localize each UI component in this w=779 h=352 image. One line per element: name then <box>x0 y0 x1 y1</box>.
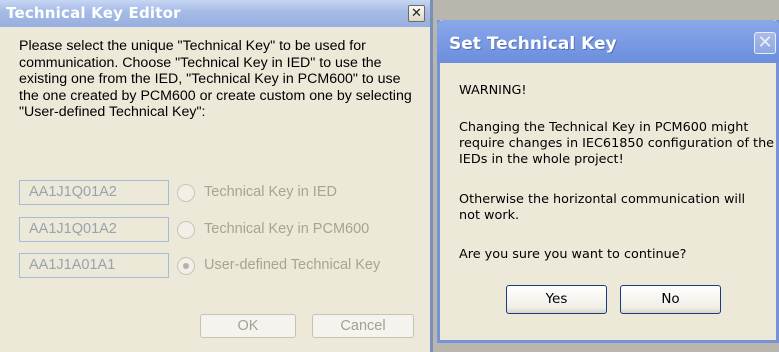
confirm-question: Are you sure you want to continue? <box>459 247 687 262</box>
radio-label-technical-key-in-pcm600: Technical Key in PCM600 <box>204 221 370 237</box>
user-defined-key-field[interactable]: AA1J1A01A1 <box>19 253 169 278</box>
ied-key-field[interactable]: AA1J1Q01A2 <box>19 180 169 205</box>
cancel-button[interactable]: Cancel <box>312 314 414 338</box>
warning-consequence: Otherwise the horizontal communication w… <box>459 192 746 223</box>
confirm-titlebar[interactable]: Set Technical Key ✕ <box>437 20 779 63</box>
editor-description: Please select the unique "Technical Key"… <box>19 38 412 120</box>
radio-selected-dot <box>183 263 189 269</box>
confirm-title: Set Technical Key <box>449 34 617 54</box>
confirm-close-icon[interactable]: ✕ <box>754 32 776 54</box>
editor-close-icon[interactable]: ✕ <box>408 5 425 22</box>
editor-title: Technical Key Editor <box>6 4 181 22</box>
no-button[interactable]: No <box>620 285 721 314</box>
radio-label-technical-key-in-ied: Technical Key in IED <box>204 184 337 200</box>
editor-titlebar[interactable]: Technical Key Editor ✕ <box>0 0 430 27</box>
radio-technical-key-in-pcm600[interactable] <box>177 221 195 239</box>
warning-heading: WARNING! <box>459 83 527 98</box>
set-technical-key-dialog: Set Technical Key ✕ WARNING! Changing th… <box>437 20 779 343</box>
technical-key-editor-dialog: Technical Key Editor ✕ Please select the… <box>0 0 433 352</box>
radio-label-user-defined-technical-key: User-defined Technical Key <box>204 257 381 273</box>
radio-technical-key-in-ied[interactable] <box>177 184 195 202</box>
yes-button[interactable]: Yes <box>506 285 607 314</box>
warning-message: Changing the Technical Key in PCM600 mig… <box>459 120 775 167</box>
pcm600-key-field[interactable]: AA1J1Q01A2 <box>19 217 169 242</box>
radio-user-defined-technical-key[interactable] <box>177 257 195 275</box>
ok-button[interactable]: OK <box>200 314 296 338</box>
